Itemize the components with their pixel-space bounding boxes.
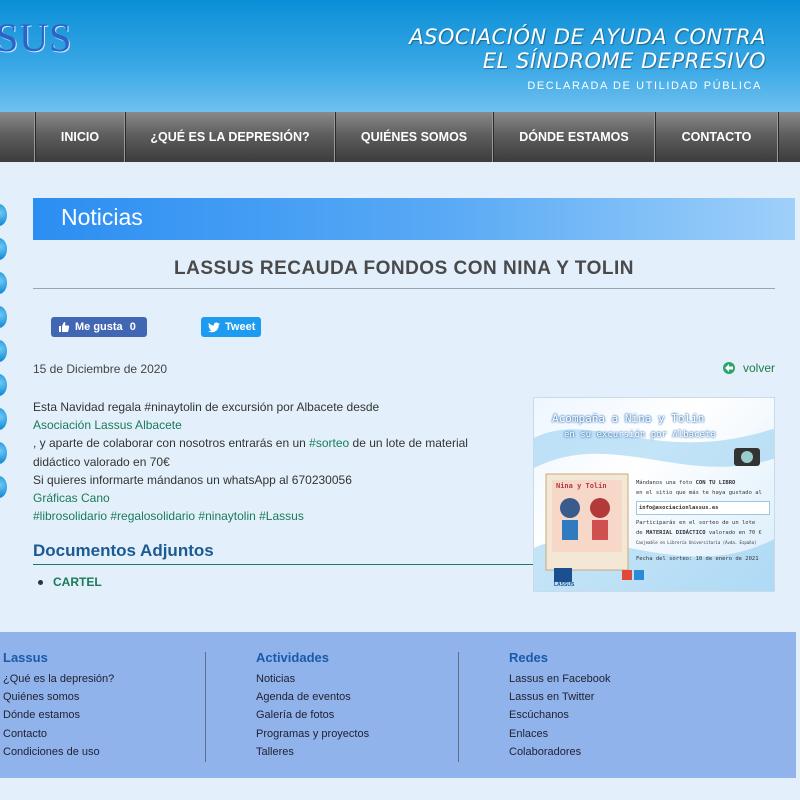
footer-divider bbox=[205, 652, 206, 762]
main-nav: INICIO ¿QUÉ ES LA DEPRESIÓN? QUIÉNES SOM… bbox=[0, 112, 800, 162]
body-line: Esta Navidad regala #ninaytolin de excur… bbox=[33, 400, 380, 414]
side-bubble-icon bbox=[0, 340, 7, 362]
hashtags[interactable]: #librosolidario #regalosolidario #ninayt… bbox=[33, 507, 503, 525]
section-title: Noticias bbox=[61, 204, 143, 230]
link-sorteo[interactable]: #sorteo bbox=[309, 436, 349, 450]
poster-book-title: Nina y Tolín bbox=[556, 482, 607, 490]
footer-col-lassus: Lassus ¿Qué es la depresión? Quiénes som… bbox=[3, 650, 114, 761]
poster-title-line2: en su excursión por Albacete bbox=[564, 430, 716, 440]
section-header-bar: Noticias bbox=[33, 198, 795, 240]
poster-line: Participarás en el sorteo de un lote bbox=[636, 520, 756, 526]
body-line: didáctico valorado en 70€ bbox=[33, 454, 170, 469]
poster-email: info@asociacionlassus.es bbox=[636, 501, 770, 515]
footer-link[interactable]: Quiénes somos bbox=[3, 688, 114, 706]
footer-link[interactable]: Talleres bbox=[256, 743, 369, 761]
side-bubble-icon bbox=[0, 272, 7, 294]
footer-link[interactable]: Colaboradores bbox=[509, 743, 611, 761]
title-divider bbox=[33, 288, 775, 289]
side-bubble-icon bbox=[0, 306, 7, 328]
footer-link[interactable]: Dónde estamos bbox=[3, 706, 114, 724]
footer-col-actividades: Actividades Noticias Agenda de eventos G… bbox=[256, 650, 369, 761]
poster-line: Canjeable en Librería Universitaria (Avd… bbox=[636, 540, 757, 545]
header-subtitle: DECLARADA DE UTILIDAD PÚBLICA bbox=[527, 80, 762, 92]
poster-text: Mándanos una foto CON TU LIBRO en el sit… bbox=[636, 478, 770, 564]
nav-item-que-es-depresion[interactable]: ¿QUÉ ES LA DEPRESIÓN? bbox=[125, 112, 335, 162]
back-link[interactable]: volver bbox=[721, 361, 775, 375]
footer-link[interactable]: Enlaces bbox=[509, 725, 611, 743]
side-bubble-icon bbox=[0, 476, 7, 498]
site-logo[interactable]: SUS bbox=[0, 14, 72, 61]
like-label: Me gusta bbox=[75, 321, 123, 333]
bullet-icon bbox=[38, 579, 43, 585]
footer-link[interactable]: Lassus en Facebook bbox=[509, 670, 611, 688]
side-bubble-icon bbox=[0, 204, 7, 226]
back-arrow-icon bbox=[722, 362, 735, 374]
facebook-like-button[interactable]: Me gusta 0 bbox=[51, 317, 147, 337]
footer-col-title: Actividades bbox=[256, 650, 329, 665]
twitter-bird-icon bbox=[208, 322, 220, 332]
side-bubble-icon bbox=[0, 442, 7, 464]
documents-title: Documentos Adjuntos bbox=[33, 541, 214, 560]
body-text-span: , y aparte de colaborar con nosotros ent… bbox=[33, 436, 310, 451]
nav-item-donde-estamos[interactable]: DÓNDE ESTAMOS bbox=[493, 112, 655, 162]
document-item[interactable]: CARTEL bbox=[38, 575, 102, 589]
footer-col-title: Lassus bbox=[3, 650, 48, 665]
header-title-line1: ASOCIACIÓN DE AYUDA CONTRA bbox=[409, 25, 766, 49]
body-text-span: de un lote de material bbox=[349, 436, 468, 451]
body-line: Si quieres informarte mándanos un whatsA… bbox=[33, 472, 352, 487]
link-asociacion-lassus[interactable]: Asociación Lassus Albacete bbox=[33, 416, 503, 434]
thumbs-up-icon bbox=[59, 322, 70, 332]
tweet-button[interactable]: Tweet bbox=[201, 317, 261, 337]
site-footer: Lassus ¿Qué es la depresión? Quiénes som… bbox=[0, 632, 796, 778]
document-link-cartel[interactable]: CARTEL bbox=[53, 575, 102, 589]
like-count: 0 bbox=[129, 321, 136, 333]
side-bubble-icon bbox=[0, 408, 7, 430]
back-label: volver bbox=[742, 361, 775, 375]
poster-span: Mándanos una foto bbox=[636, 480, 696, 486]
poster-line: Fecha del sorteo: 10 de enero de 2021 bbox=[636, 556, 759, 562]
side-bubble-icon bbox=[0, 238, 7, 260]
poster-brand: LASSUS bbox=[554, 582, 575, 588]
poster-title-line1: Acompaña a Nina y Tolín bbox=[552, 412, 705, 425]
site-header: SUS ASOCIACIÓN DE AYUDA CONTRA EL SÍNDRO… bbox=[0, 0, 800, 112]
poster-span: MATERIAL DIDÁCTICO bbox=[645, 530, 706, 536]
poster-line: de MATERIAL DIDÁCTICO valorado en 70 € bbox=[636, 528, 770, 538]
footer-link[interactable]: Agenda de eventos bbox=[256, 688, 369, 706]
article-poster-image[interactable]: Acompaña a Nina y Tolín en su excursión … bbox=[533, 397, 775, 592]
footer-col-title: Redes bbox=[509, 650, 549, 665]
footer-link[interactable]: Contacto bbox=[3, 725, 114, 743]
nav-item-inicio[interactable]: INICIO bbox=[35, 112, 125, 162]
tweet-label: Tweet bbox=[225, 321, 256, 333]
footer-divider bbox=[458, 652, 459, 762]
body-line: , y aparte de colaborar con nosotros ent… bbox=[33, 434, 503, 452]
nav-item-quienes-somos[interactable]: QUIÉNES SOMOS bbox=[335, 112, 493, 162]
poster-span: valorado en 70 € bbox=[705, 530, 762, 536]
header-title-line2: EL SÍNDROME DEPRESIVO bbox=[482, 49, 766, 73]
footer-link[interactable]: Condiciones de uso bbox=[3, 743, 114, 761]
side-bubble-icon bbox=[0, 374, 7, 396]
nav-edge-left bbox=[0, 112, 35, 162]
nav-item-contacto[interactable]: CONTACTO bbox=[655, 112, 778, 162]
footer-link[interactable]: Noticias bbox=[256, 670, 369, 688]
footer-link[interactable]: ¿Qué es la depresión? bbox=[3, 670, 114, 688]
article-body: Esta Navidad regala #ninaytolin de excur… bbox=[33, 398, 503, 525]
article-date: 15 de Diciembre de 2020 bbox=[33, 362, 168, 376]
documents-divider bbox=[33, 564, 533, 565]
footer-link[interactable]: Escúchanos bbox=[509, 706, 611, 724]
poster-line: en el sitio que más te haya gustado al bbox=[636, 490, 762, 496]
nav-edge-right bbox=[778, 112, 800, 162]
poster-span: CON TU LIBRO bbox=[695, 480, 736, 486]
footer-link[interactable]: Lassus en Twitter bbox=[509, 688, 611, 706]
link-graficas-cano[interactable]: Gráficas Cano bbox=[33, 489, 503, 507]
footer-link[interactable]: Galería de fotos bbox=[256, 706, 369, 724]
article-title: LASSUS RECAUDA FONDOS CON NINA Y TOLIN bbox=[174, 258, 634, 279]
footer-link[interactable]: Programas y proyectos bbox=[256, 725, 369, 743]
poster-line: Mándanos una foto CON TU LIBRO bbox=[636, 478, 770, 488]
poster-span: de bbox=[636, 530, 646, 536]
footer-col-redes: Redes Lassus en Facebook Lassus en Twitt… bbox=[509, 650, 611, 761]
